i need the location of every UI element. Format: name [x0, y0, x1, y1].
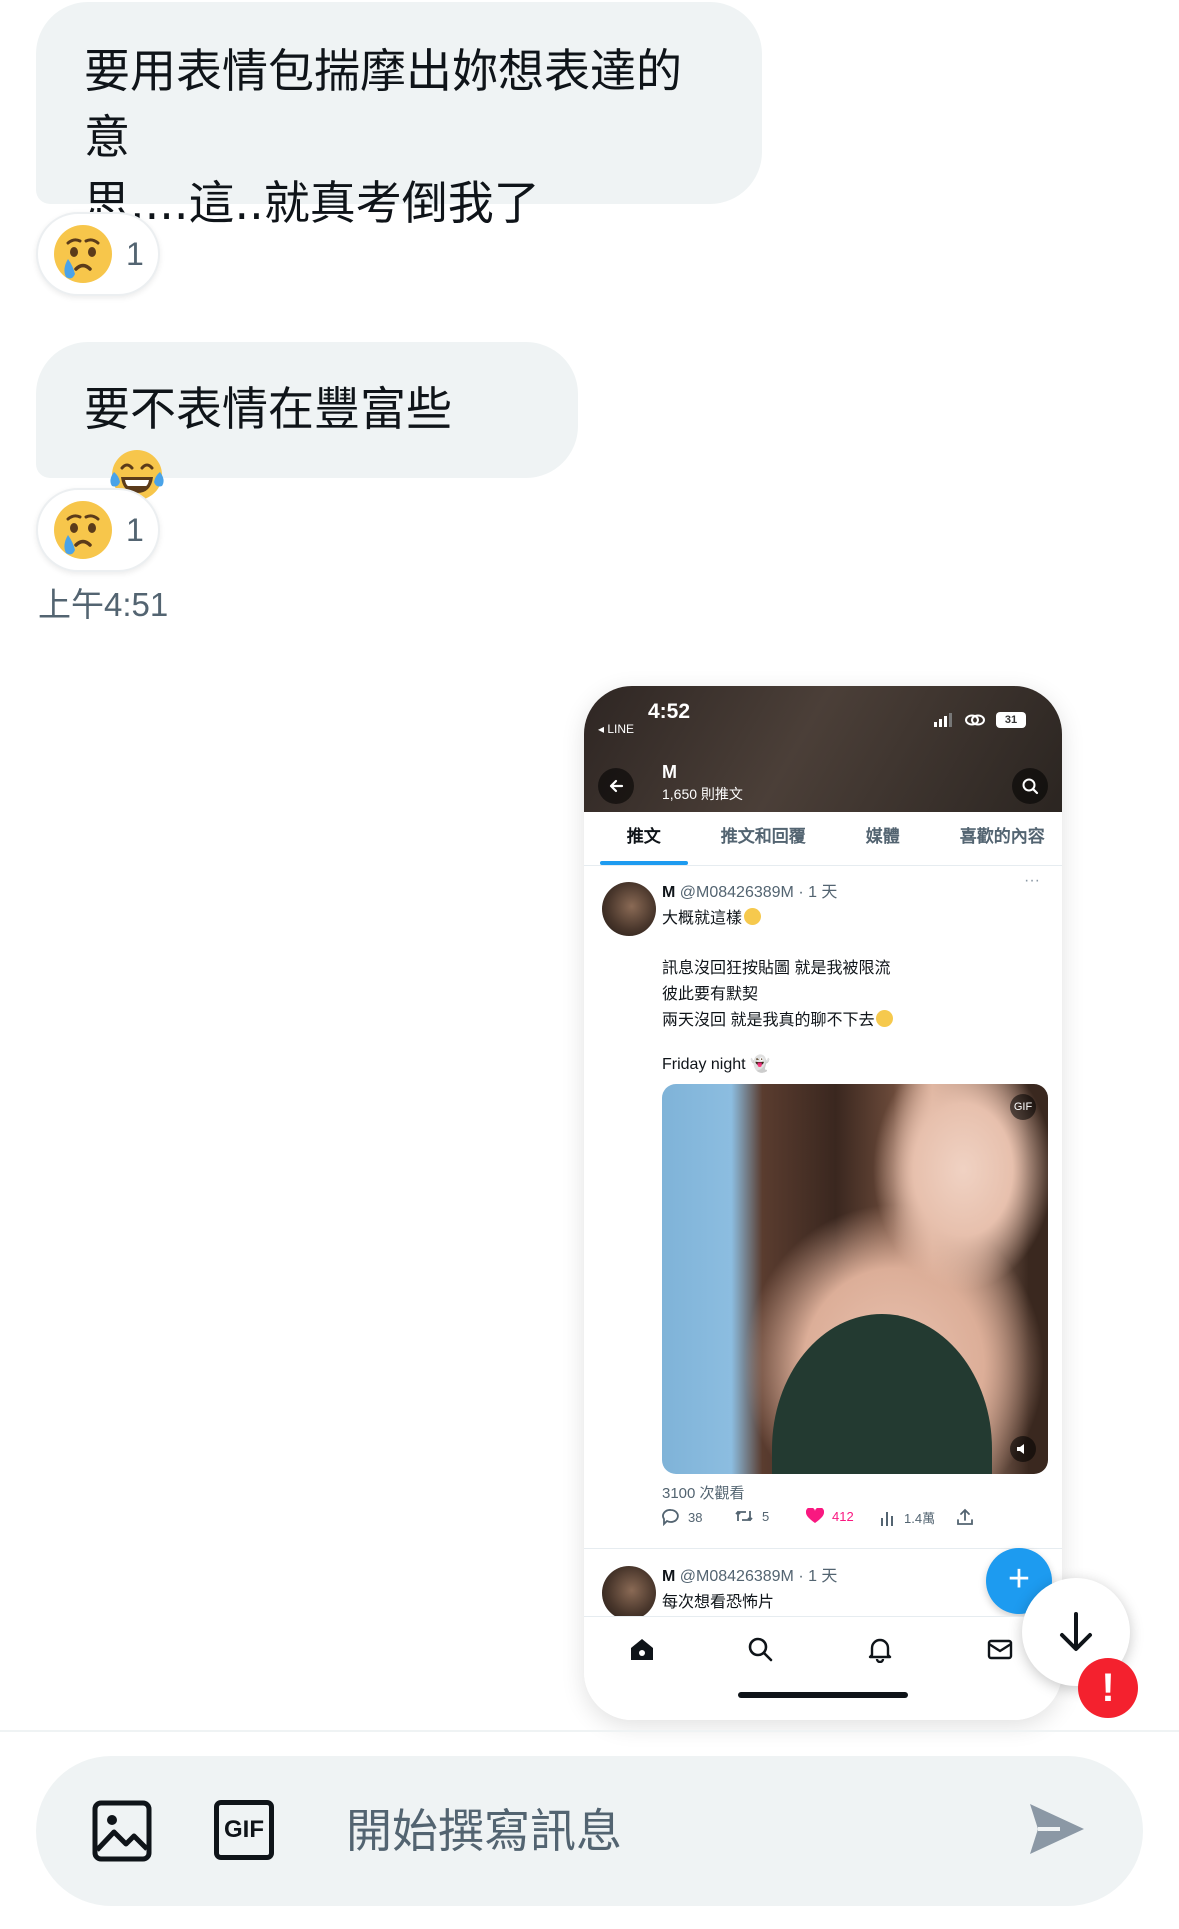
mute-icon[interactable] [1010, 1436, 1036, 1462]
view-count: 3100 次觀看 [662, 1485, 745, 1502]
message-timestamp: 上午4:51 [38, 586, 169, 623]
gif-button[interactable]: GIF [214, 1800, 274, 1860]
shared-screenshot-image[interactable]: 4:52 ◂ LINE 31 M 1,650 則推文 推文 推文和回覆 媒體 喜… [584, 686, 1062, 1720]
link-icon [965, 714, 985, 726]
analytics-count: 1.4萬 [904, 1511, 936, 1526]
search-icon[interactable] [1012, 768, 1048, 804]
tweet-author-name: M [662, 1568, 676, 1585]
back-arrow-icon[interactable] [598, 768, 634, 804]
retweet-button[interactable]: 5 [734, 1508, 769, 1524]
tab-posts[interactable]: 推文 [584, 812, 704, 865]
tab-posts-replies[interactable]: 推文和回覆 [704, 812, 824, 865]
tweet-header: M @M08426389M · 1 天 [662, 1562, 837, 1586]
reaction-pill[interactable]: 1 [36, 488, 160, 572]
status-icons: 31 [934, 712, 1026, 728]
reply-icon [662, 1509, 679, 1526]
tweet-handle-time: @M08426389M · 1 天 [679, 884, 838, 901]
face-with-tongue-icon [876, 1010, 894, 1027]
crying-face-icon [52, 499, 114, 561]
message-text: 要不表情在豐富些 [84, 382, 452, 436]
reply-button[interactable]: 38 [662, 1508, 702, 1526]
tweet-author-name: M [662, 884, 676, 901]
home-indicator [738, 1692, 908, 1698]
battery-icon: 31 [996, 712, 1026, 728]
tweet-header: M @M08426389M · 1 天 [662, 878, 837, 902]
retweet-icon [735, 1510, 753, 1522]
bottom-nav [584, 1616, 1062, 1720]
composer-divider [0, 1730, 1179, 1732]
profile-tabs: 推文 推文和回覆 媒體 喜歡的內容 [584, 812, 1062, 866]
share-icon [957, 1508, 973, 1525]
send-icon[interactable] [1026, 1798, 1088, 1860]
tweet-media-photo[interactable]: GIF [662, 1084, 1048, 1474]
message-text-line: 思....這..就真考倒我了 [84, 176, 540, 230]
message-bubble[interactable]: 要不表情在豐富些 [36, 342, 578, 500]
tweet-text-line: 兩天沒回 就是我真的聊不下去 [662, 1006, 894, 1030]
reply-count: 38 [688, 1509, 703, 1525]
mail-icon[interactable] [986, 1635, 1014, 1663]
status-time: 4:52 [648, 700, 691, 723]
tweet-text-line: 大概就這樣 [662, 904, 762, 928]
arrow-down-icon [1060, 1612, 1092, 1651]
image-icon[interactable] [92, 1800, 152, 1862]
reaction-count: 1 [126, 235, 144, 272]
analytics-icon [881, 1511, 893, 1526]
tweet-handle-time: @M08426389M · 1 天 [679, 1568, 838, 1585]
share-button[interactable] [956, 1508, 974, 1526]
more-options-icon[interactable]: ··· [1024, 872, 1040, 890]
tweet-text-line: 每次想看恐怖片 [662, 1594, 775, 1611]
avatar[interactable] [602, 1566, 656, 1620]
crying-face-icon [52, 223, 114, 285]
media-subject-shape [772, 1314, 992, 1474]
tab-media[interactable]: 媒體 [823, 812, 943, 865]
message-bubble[interactable]: 要用表情包揣摩出妳想表達的意 思....這..就真考倒我了 [36, 2, 762, 230]
analytics-button[interactable]: 1.4萬 [880, 1508, 935, 1527]
tweet-text-line: 訊息沒回狂按貼圖 就是我被限流 [662, 960, 891, 977]
gif-badge: GIF [1010, 1094, 1036, 1120]
like-count: 412 [832, 1508, 854, 1524]
message-text-line: 要用表情包揣摩出妳想表達的意 [84, 44, 682, 164]
message-input[interactable] [346, 1796, 986, 1866]
like-button[interactable]: 412 [806, 1508, 854, 1524]
tweet-divider [584, 1548, 1062, 1549]
reaction-count: 1 [126, 511, 144, 548]
profile-header: 4:52 ◂ LINE 31 M 1,650 則推文 [584, 686, 1062, 812]
pleading-face-icon [744, 908, 762, 925]
home-icon[interactable] [628, 1635, 656, 1663]
tweet-actions: 38 5 412 1.4萬 [662, 1508, 1052, 1534]
signal-icon [934, 713, 952, 727]
bell-icon[interactable] [866, 1635, 894, 1663]
avatar[interactable] [602, 882, 656, 936]
message-composer: GIF [36, 1756, 1143, 1906]
post-count: 1,650 則推文 [662, 786, 743, 802]
retweet-count: 5 [762, 1508, 770, 1524]
tweet-text-line: 彼此要有默契 [662, 986, 759, 1003]
alert-badge[interactable]: ! [1078, 1658, 1138, 1718]
tweet-text-line: Friday night 👻 [662, 1056, 770, 1073]
tab-likes[interactable]: 喜歡的內容 [943, 812, 1063, 865]
heart-icon [806, 1508, 824, 1523]
reaction-pill[interactable]: 1 [36, 212, 160, 296]
back-to-app-label: ◂ LINE [598, 722, 635, 736]
search-icon[interactable] [746, 1635, 774, 1663]
profile-name: M [662, 762, 677, 782]
